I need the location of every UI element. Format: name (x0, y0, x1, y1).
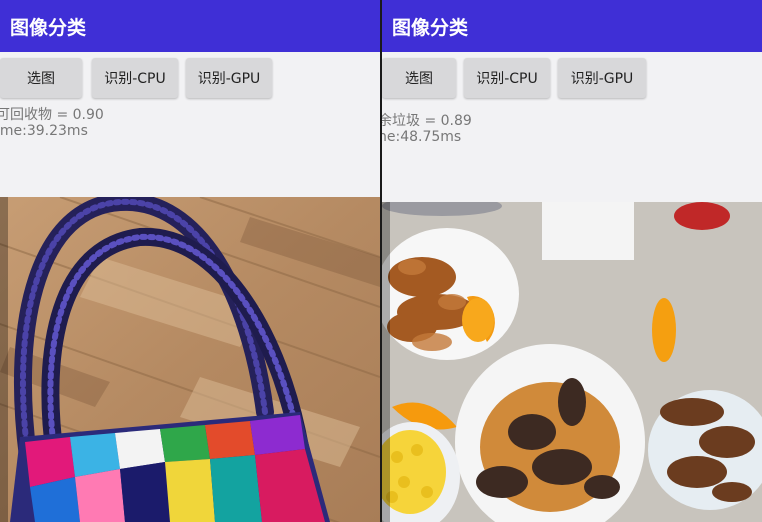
inference-time: ime:39.23ms (0, 123, 88, 139)
app-title: 图像分类 (392, 16, 469, 39)
inference-time: ne:48.75ms (382, 129, 462, 145)
pick-image-button[interactable]: 选图 (382, 58, 456, 98)
app-title: 图像分类 (10, 16, 87, 39)
phone-screen-right: 图像分类 选图 识别-CPU 识别-GPU 余垃圾 = 0.89 ne:48.7… (382, 0, 762, 522)
classification-result: 余垃圾 = 0.89 (382, 113, 472, 129)
food-plates-photo (382, 202, 762, 522)
classification-result: 可回收物 = 0.90 (0, 107, 104, 123)
pick-image-button[interactable]: 选图 (0, 58, 82, 98)
app-bar: 图像分类 (0, 0, 380, 52)
app-bar: 图像分类 (382, 0, 762, 52)
recognize-cpu-button[interactable]: 识别-CPU (464, 58, 550, 98)
recognize-gpu-button[interactable]: 识别-GPU (186, 58, 272, 98)
handbag-photo (0, 197, 380, 522)
recognize-gpu-button[interactable]: 识别-GPU (558, 58, 646, 98)
phone-screen-left: 图像分类 选图 识别-CPU 识别-GPU 可回收物 = 0.90 ime:39… (0, 0, 380, 522)
recognize-cpu-button[interactable]: 识别-CPU (92, 58, 178, 98)
